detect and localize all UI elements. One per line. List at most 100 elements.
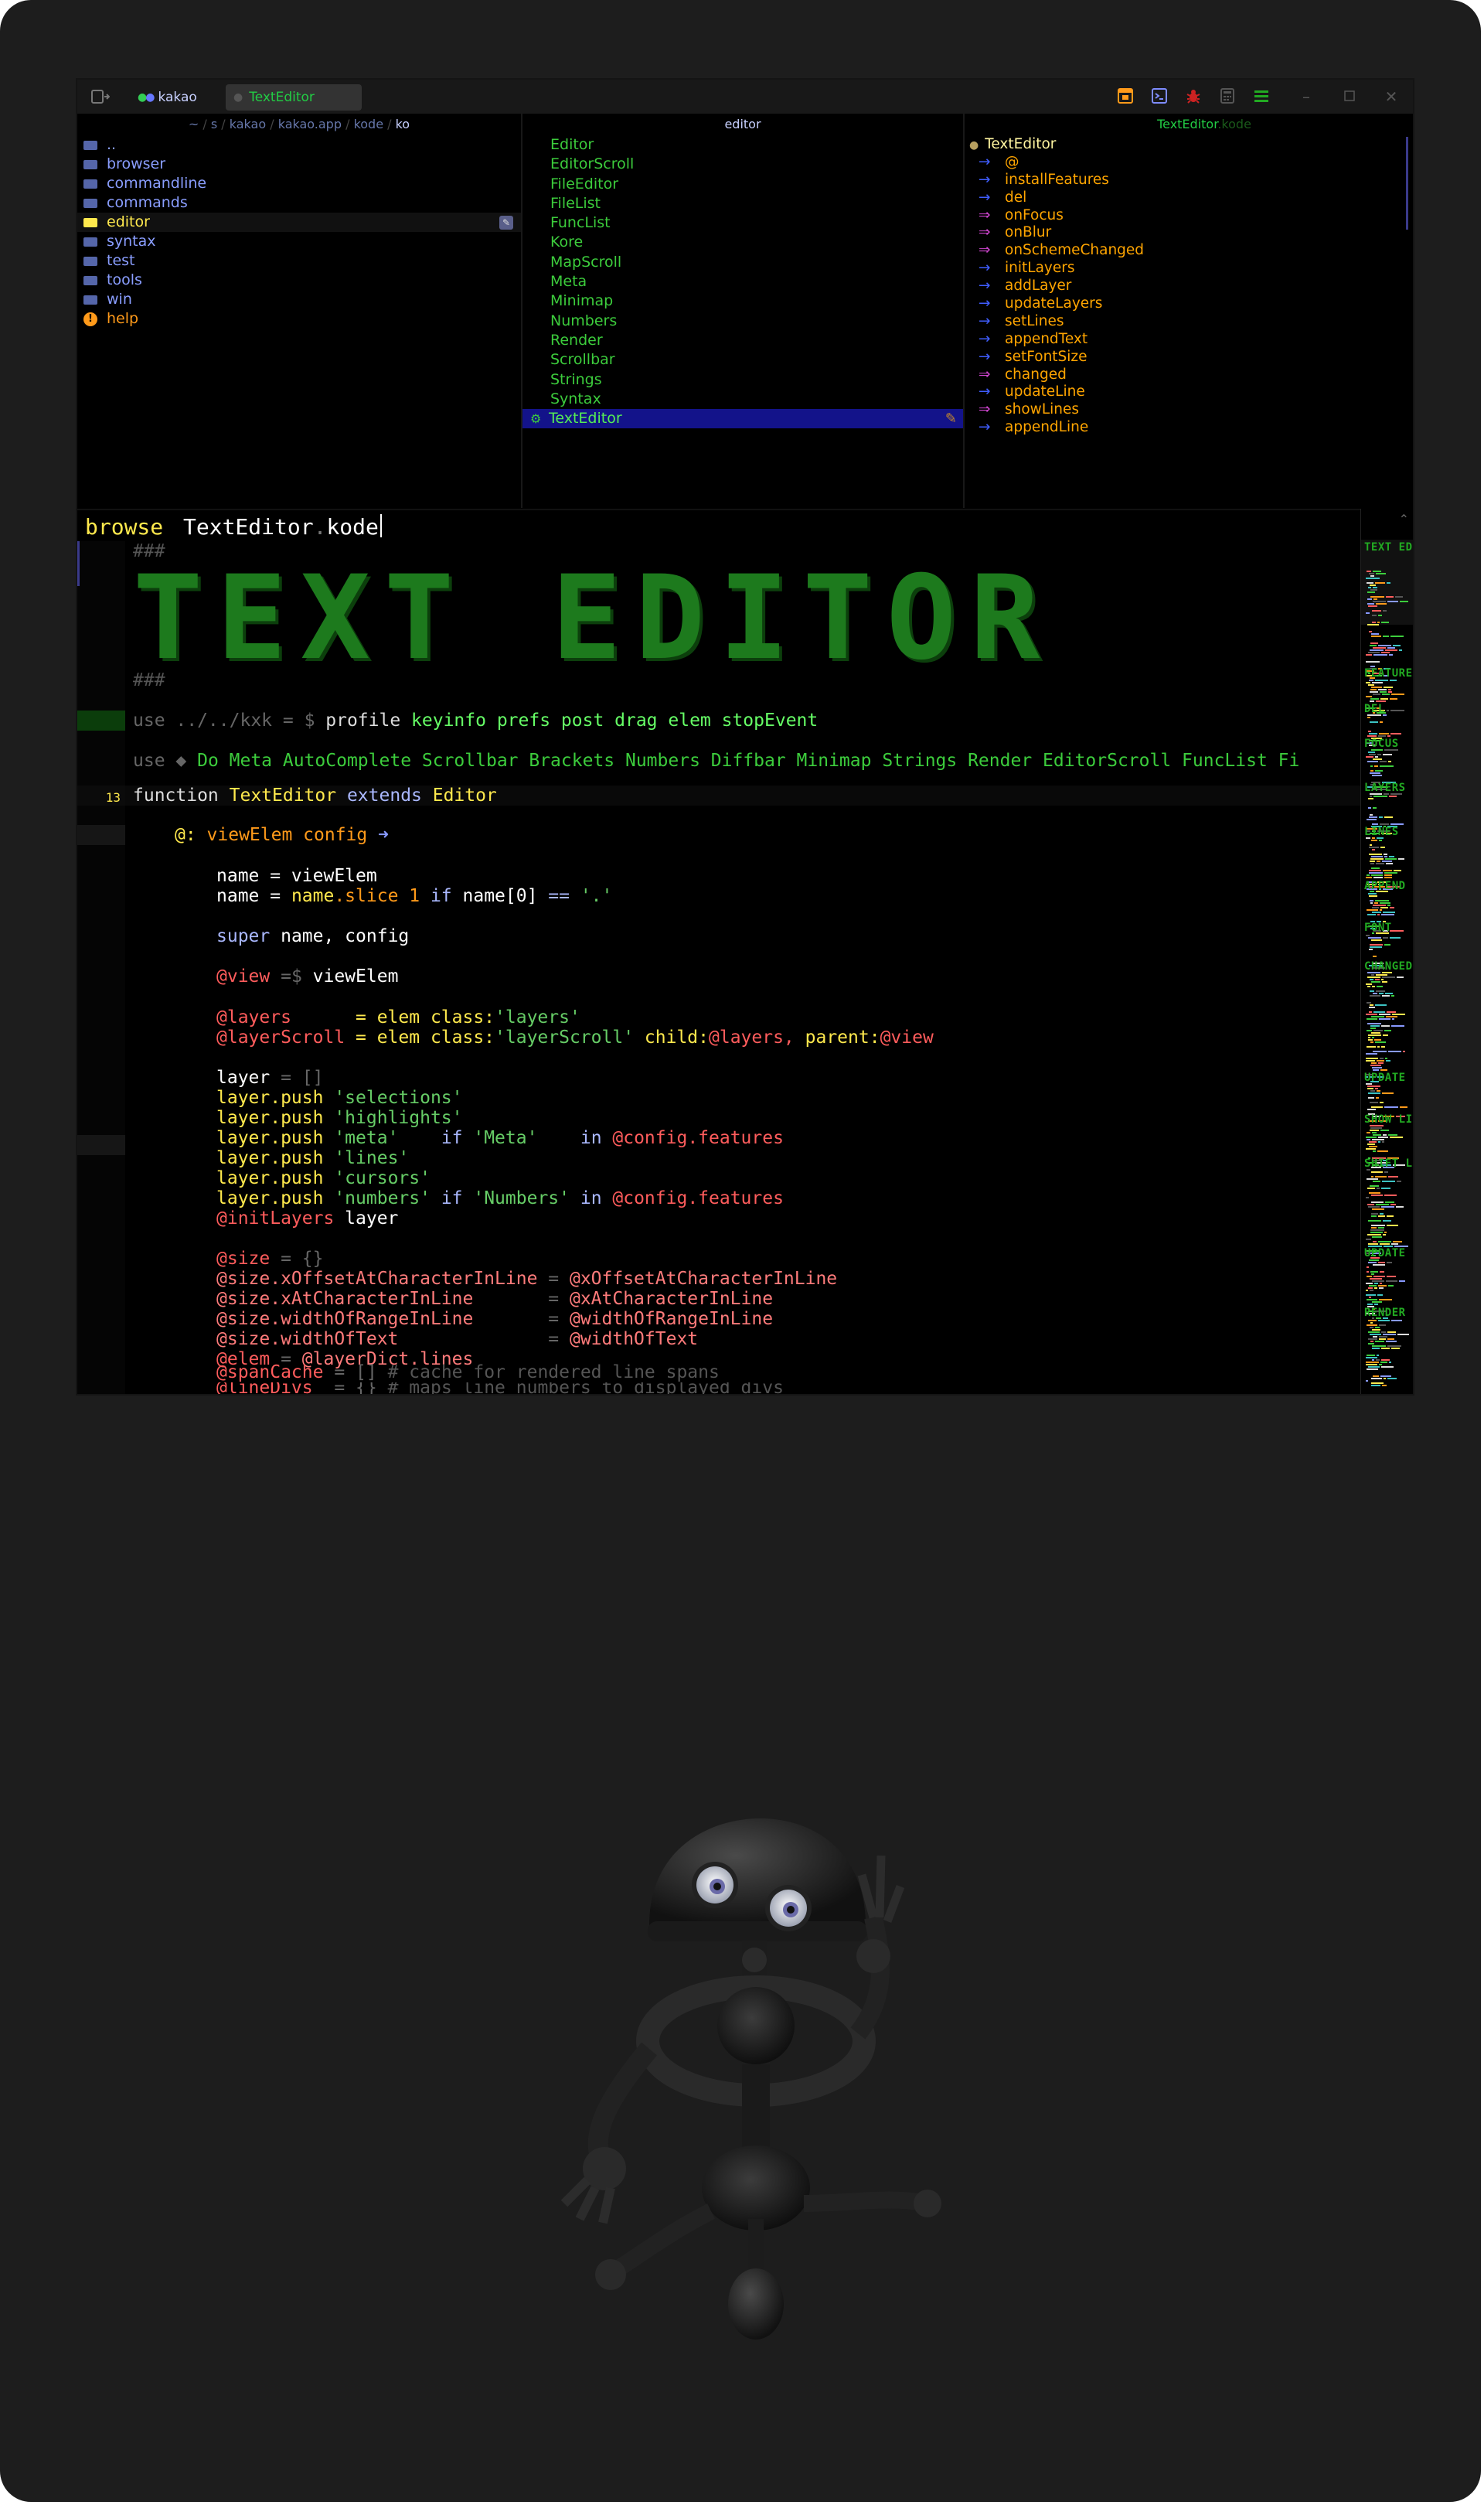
minimap-line [1366,1362,1379,1363]
command-line[interactable]: browse TextEditor.kode [77,509,1360,543]
dir-item-parent[interactable]: .. [77,135,521,155]
minimap-line [1372,1208,1384,1210]
file-item[interactable]: Kore [522,233,963,252]
pane-scrollbar[interactable] [1406,137,1408,230]
dir-item-commands[interactable]: commands [77,193,521,213]
minimap-line [1369,680,1373,681]
minimap-line [1369,733,1377,734]
function-item[interactable]: → updateLine [965,383,1413,400]
minimap-line [1367,1304,1373,1305]
minimap-line [1381,622,1389,623]
file-item[interactable]: Render [522,331,963,350]
function-item[interactable]: → @ [965,153,1413,171]
minimap-line [1387,1276,1396,1277]
edit-icon[interactable]: ✎ [499,216,513,230]
minimap-line [1379,1018,1390,1020]
maximize-icon[interactable] [1339,87,1360,106]
file-item[interactable]: Numbers [522,312,963,331]
terminal-icon[interactable] [1149,87,1170,108]
function-item[interactable]: ⇒ onFocus [965,206,1413,224]
dir-item-help[interactable]: ! help [77,309,521,329]
minimap-line [1384,687,1393,688]
minimap-line [1369,854,1382,855]
tab-texteditor[interactable]: ● TextEditor [226,84,362,111]
function-item[interactable]: ⇒ changed [965,366,1413,383]
minimap-line [1387,601,1398,602]
minimap-line [1376,573,1386,574]
file-item[interactable]: MapScroll [522,253,963,272]
minimap-line [1366,1197,1369,1198]
minimap-line [1367,717,1370,718]
minimap-line [1366,1058,1378,1059]
minimap-line [1388,691,1392,693]
minimap-line [1367,1355,1375,1356]
minimap-line [1381,1206,1394,1208]
line-number-gutter[interactable]: 13 [77,541,125,1394]
function-item[interactable]: → addLayer [965,277,1413,295]
dir-item-editor[interactable]: editor ✎ [77,213,521,232]
bug-icon[interactable] [1183,87,1204,108]
function-item[interactable]: ⇒ onSchemeChanged [965,241,1413,259]
minimap-line [1371,939,1382,941]
file-item[interactable]: Scrollbar [522,350,963,370]
minimize-icon[interactable]: – [1295,87,1317,106]
minimap-line [1377,622,1380,623]
title-bar[interactable]: ●● kakao ● TextEditor – ✕ [77,80,1413,114]
file-item[interactable]: Minimap [522,291,963,311]
minimap-line [1378,689,1387,690]
minimap-line [1376,974,1387,976]
minimap-line [1372,775,1382,776]
file-item[interactable]: FileEditor [522,175,963,194]
file-item[interactable]: Syntax [522,390,963,409]
calculator-icon[interactable] [1217,87,1238,108]
diff-marker [77,1135,125,1155]
code-content[interactable]: ### ### use ../../kxk = $ profile keyinf… [125,541,1360,1394]
command-label[interactable]: browse [85,514,163,540]
dir-item-commandline[interactable]: commandline [77,174,521,193]
file-item[interactable]: FileList [522,194,963,213]
code-editor[interactable]: 13 TEXT EDITOR ### ### use ../../kxk = $… [77,541,1360,1394]
file-item-selected[interactable]: ⚙ TextEditor ✎ [522,409,963,429]
minimap-line [1368,1243,1378,1245]
dir-item-test[interactable]: test [77,251,521,271]
edit-icon[interactable]: ✎ [945,409,957,428]
breadcrumb[interactable]: ~ / s / kakao / kakao.app / kode / ko [77,114,521,135]
function-item[interactable]: ⇒ showLines [965,400,1413,418]
command-input[interactable]: TextEditor.kode [183,514,382,540]
function-item[interactable]: → installFeatures [965,171,1413,189]
function-item[interactable]: → initLayers [965,259,1413,277]
function-item[interactable]: → setFontSize [965,348,1413,366]
function-item[interactable]: → appendLine [965,418,1413,436]
minimap-line [1366,1060,1375,1062]
dir-item-tools[interactable]: tools [77,271,521,290]
function-item[interactable]: → setLines [965,312,1413,330]
dir-item-browser[interactable]: browser [77,155,521,174]
tab-sidebar-icon[interactable] [91,89,111,107]
minimap-line [1382,861,1392,862]
desktop-background: ●● kakao ● TextEditor – ✕ ~ / s / kakao … [0,0,1481,2502]
menu-icon[interactable] [1251,87,1272,108]
file-item[interactable]: Meta [522,272,963,291]
minimap-line [1366,612,1370,614]
tab-kakao[interactable]: ●● kakao [138,84,223,111]
file-item[interactable]: FuncList [522,213,963,233]
collapse-icon[interactable]: ⌃ [1399,512,1409,527]
minimap-line [1366,756,1373,758]
file-item[interactable]: EditorScroll [522,155,963,174]
function-item[interactable]: → del [965,189,1413,206]
dir-item-syntax[interactable]: syntax [77,232,521,251]
close-icon[interactable]: ✕ [1380,87,1402,106]
minimap[interactable]: 9 13 829 ⌃ TEXT EDITOR FEATURES DEL FOCU… [1360,509,1413,1394]
minimap-line [1373,877,1383,878]
function-item[interactable]: → appendText [965,330,1413,348]
browser-icon[interactable] [1115,87,1136,108]
file-item[interactable]: Strings [522,370,963,390]
file-item[interactable]: Editor [522,135,963,155]
minimap-line [1384,872,1397,874]
function-item[interactable]: → updateLayers [965,295,1413,312]
dir-item-win[interactable]: win [77,290,521,309]
class-item[interactable]: ● TextEditor [965,135,1413,153]
function-item[interactable]: ⇒ onBlur [965,223,1413,241]
minimap-line [1371,1171,1383,1173]
minimap-line [1391,1348,1400,1349]
